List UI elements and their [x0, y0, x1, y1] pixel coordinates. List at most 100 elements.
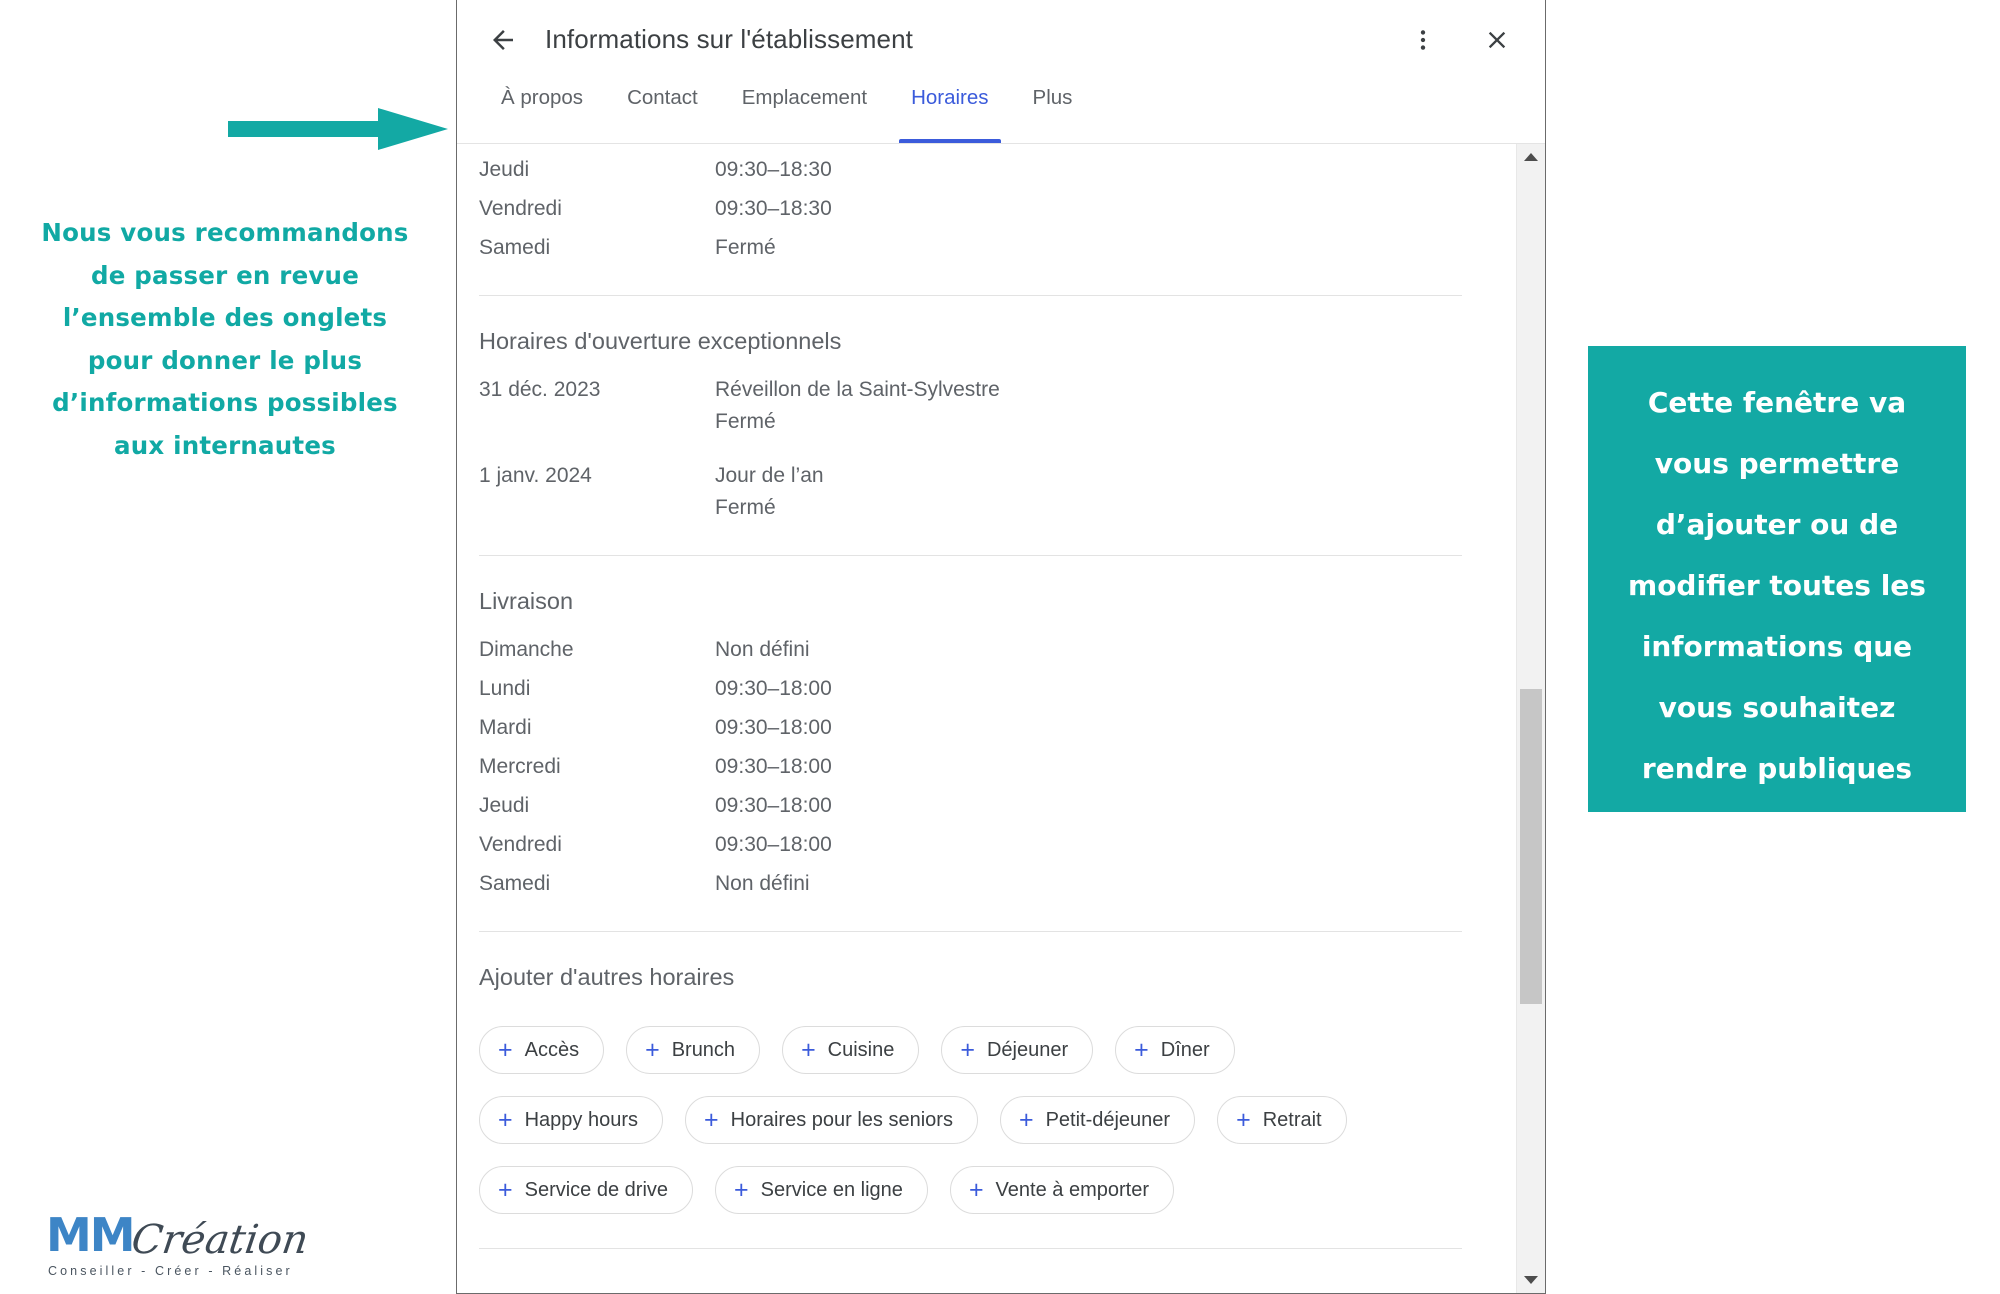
- plus-icon: +: [498, 1105, 513, 1134]
- left-annotation-line: aux internautes: [114, 430, 336, 460]
- back-button[interactable]: [479, 16, 527, 64]
- chip-row: + Service de drive + Service en ligne + Ven…: [479, 1166, 1474, 1214]
- tab-plus[interactable]: Plus: [1011, 82, 1095, 143]
- chip-label: Retrait: [1262, 1108, 1322, 1131]
- close-button[interactable]: [1473, 16, 1521, 64]
- left-annotation-line: de passer en revue: [90, 260, 360, 290]
- bottom-divider: [479, 1248, 1462, 1249]
- caret-up-icon: [1524, 153, 1538, 161]
- vertical-scrollbar[interactable]: [1516, 144, 1545, 1293]
- delivery-row: Mercredi 09:30–18:00: [479, 751, 1474, 790]
- scroll-up-button[interactable]: [1517, 144, 1545, 170]
- chip-label: Cuisine: [827, 1038, 895, 1061]
- special-hours-title: Horaires d'ouverture exceptionnels: [479, 328, 842, 354]
- chip-petit-dejeuner[interactable]: + Petit-déjeuner: [999, 1096, 1196, 1144]
- special-hours-name: Réveillon de la Saint-Sylvestre: [715, 378, 1000, 401]
- left-annotation-text: Nous vous recommandons de passer en revu…: [30, 212, 420, 467]
- delivery-row: Lundi 09:30–18:00: [479, 673, 1474, 712]
- business-info-dialog: Informations sur l'établissement À propo…: [456, 0, 1546, 1294]
- delivery-day: Jeudi: [479, 794, 530, 817]
- mm-creation-logo: MM Création Conseiller - Créer - Réalise…: [46, 1212, 314, 1278]
- chip-dejeuner[interactable]: + Déjeuner: [941, 1026, 1094, 1074]
- dialog-header: Informations sur l'établissement: [457, 0, 1545, 82]
- special-hours-row: 31 déc. 2023 Réveillon de la Saint-Sylve…: [479, 374, 1474, 460]
- chip-label: Horaires pour les seniors: [730, 1108, 953, 1131]
- chip-label: Déjeuner: [986, 1038, 1069, 1061]
- add-hours-title: Ajouter d'autres horaires: [479, 964, 735, 990]
- delivery-title: Livraison: [479, 588, 574, 614]
- special-hours-date: 31 déc. 2023: [479, 378, 601, 401]
- chip-retrait[interactable]: + Retrait: [1217, 1096, 1347, 1144]
- hours-row: Samedi Fermé: [479, 232, 1474, 271]
- hours-day: Vendredi: [479, 197, 562, 220]
- logo-mark: MM: [46, 1208, 136, 1262]
- tab-label: Horaires: [911, 86, 989, 109]
- delivery-hours-list: Dimanche Non défini Lundi 09:30–18:00 Ma…: [479, 634, 1474, 907]
- more-options-button[interactable]: [1399, 16, 1447, 64]
- delivery-row: Mardi 09:30–18:00: [479, 712, 1474, 751]
- hours-row: Vendredi 09:30–18:30: [479, 193, 1474, 232]
- plus-icon: +: [801, 1035, 816, 1064]
- delivery-day: Samedi: [479, 872, 551, 895]
- hours-day: Samedi: [479, 236, 551, 259]
- hours-value: 09:30–18:30: [715, 197, 832, 220]
- chip-row: + Accès + Brunch + Cuisine + Déjeuner + Dîner: [479, 1026, 1474, 1074]
- delivery-value: 09:30–18:00: [715, 833, 832, 856]
- delivery-day: Lundi: [479, 677, 531, 700]
- close-icon: [1488, 31, 1506, 48]
- special-hours-status: Fermé: [715, 496, 776, 519]
- plus-icon: +: [645, 1035, 660, 1064]
- logo-wordmark: Création: [128, 1217, 312, 1263]
- chip-horaires-seniors[interactable]: + Horaires pour les seniors: [685, 1096, 978, 1144]
- chip-cuisine[interactable]: + Cuisine: [782, 1026, 920, 1074]
- delivery-day: Dimanche: [479, 638, 574, 661]
- chip-brunch[interactable]: + Brunch: [626, 1026, 761, 1074]
- chip-row: + Happy hours + Horaires pour les seniors …: [479, 1096, 1474, 1144]
- delivery-row: Samedi Non défini: [479, 868, 1474, 907]
- special-hours-row: 1 janv. 2024 Jour de l’an Fermé: [479, 460, 1474, 531]
- special-hours-name: Jour de l’an: [715, 464, 824, 487]
- delivery-value: 09:30–18:00: [715, 677, 832, 700]
- chip-service-en-ligne[interactable]: + Service en ligne: [715, 1166, 928, 1214]
- delivery-day: Mercredi: [479, 755, 561, 778]
- chip-label: Petit-déjeuner: [1045, 1108, 1171, 1131]
- chip-happy-hours[interactable]: + Happy hours: [479, 1096, 664, 1144]
- tab-bar: À propos Contact Emplacement Horaires Pl…: [457, 82, 1545, 144]
- chip-diner[interactable]: + Dîner: [1115, 1026, 1235, 1074]
- special-hours-date: 1 janv. 2024: [479, 464, 592, 487]
- right-callout-line: informations que: [1641, 630, 1913, 663]
- scroll-down-button[interactable]: [1517, 1267, 1545, 1293]
- tab-horaires[interactable]: Horaires: [889, 82, 1010, 143]
- right-callout-line: rendre publiques: [1641, 752, 1913, 785]
- tab-emplacement[interactable]: Emplacement: [720, 82, 889, 143]
- delivery-row: Dimanche Non défini: [479, 634, 1474, 673]
- plus-icon: +: [1236, 1105, 1251, 1134]
- tab-contact[interactable]: Contact: [605, 82, 720, 143]
- chip-service-de-drive[interactable]: + Service de drive: [479, 1166, 694, 1214]
- left-annotation-line: pour donner le plus: [87, 345, 363, 375]
- delivery-day: Mardi: [479, 716, 532, 739]
- caret-down-icon: [1524, 1276, 1538, 1284]
- more-vertical-icon: [1420, 29, 1426, 50]
- arrow-right-icon: [228, 108, 448, 150]
- logo-tagline: Conseiller - Créer - Réaliser: [48, 1264, 293, 1278]
- delivery-value: Non défini: [715, 638, 810, 661]
- delivery-row: Vendredi 09:30–18:00: [479, 829, 1474, 868]
- tab-a-propos[interactable]: À propos: [479, 82, 605, 143]
- tab-label: À propos: [501, 86, 584, 109]
- plus-icon: +: [734, 1175, 749, 1204]
- right-callout-box: Cette fenêtre va vous permettre d’ajoute…: [1588, 346, 1966, 812]
- right-callout-line: modifier toutes les: [1628, 569, 1926, 602]
- scrollbar-thumb[interactable]: [1520, 689, 1542, 1004]
- right-callout-line: Cette fenêtre va: [1647, 386, 1907, 419]
- arrow-left-icon: [493, 29, 513, 50]
- plus-icon: +: [498, 1035, 513, 1064]
- delivery-value: 09:30–18:00: [715, 716, 832, 739]
- left-annotation-line: Nous vous recommandons: [41, 218, 409, 247]
- chip-acces[interactable]: + Accès: [479, 1026, 605, 1074]
- right-callout-line: vous permettre: [1654, 447, 1900, 480]
- chip-vente-a-emporter[interactable]: + Vente à emporter: [949, 1166, 1174, 1214]
- tab-label: Plus: [1032, 86, 1073, 109]
- delivery-value: 09:30–18:00: [715, 755, 832, 778]
- hours-scroll-content: Jeudi 09:30–18:30 Vendredi 09:30–18:30 S…: [457, 144, 1516, 1293]
